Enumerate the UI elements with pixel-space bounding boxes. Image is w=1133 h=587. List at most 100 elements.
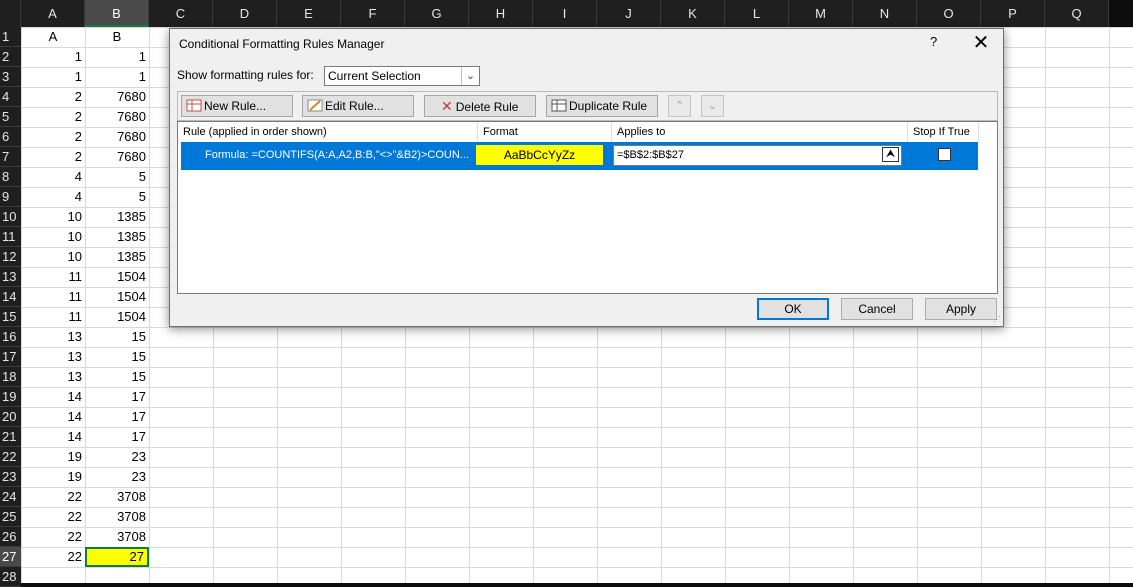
row-header[interactable]: 17: [0, 347, 21, 367]
cell-b[interactable]: 1504: [85, 287, 149, 307]
stop-if-true-checkbox[interactable]: [938, 148, 951, 161]
cell-a[interactable]: 14: [21, 387, 85, 407]
column-header-n[interactable]: N: [853, 0, 917, 27]
row-header[interactable]: 15: [0, 307, 21, 327]
cell-b[interactable]: 17: [85, 427, 149, 447]
column-header-d[interactable]: D: [213, 0, 277, 27]
cell-b[interactable]: 3708: [85, 507, 149, 527]
row-header[interactable]: 1: [0, 27, 21, 47]
cell-a[interactable]: 19: [21, 447, 85, 467]
column-header-p[interactable]: P: [981, 0, 1045, 27]
column-header-m[interactable]: M: [789, 0, 853, 27]
cell-a[interactable]: A: [21, 27, 85, 47]
cell-a[interactable]: 2: [21, 107, 85, 127]
cell-b[interactable]: 7680: [85, 107, 149, 127]
row-header[interactable]: 10: [0, 207, 21, 227]
cell-b[interactable]: 17: [85, 387, 149, 407]
cell-a[interactable]: 1: [21, 67, 85, 87]
duplicate-rule-button[interactable]: Duplicate Rule: [546, 95, 658, 117]
cell-a[interactable]: 2: [21, 147, 85, 167]
cell-b[interactable]: 1385: [85, 207, 149, 227]
cell-a[interactable]: 14: [21, 407, 85, 427]
column-header-a[interactable]: A: [21, 0, 85, 27]
cell-a[interactable]: 22: [21, 487, 85, 507]
cell-b[interactable]: B: [85, 27, 149, 47]
column-header-g[interactable]: G: [405, 0, 469, 27]
row-header[interactable]: 22: [0, 447, 21, 467]
row-header[interactable]: 4: [0, 87, 21, 107]
cell-a[interactable]: 10: [21, 207, 85, 227]
cell-b[interactable]: 3708: [85, 487, 149, 507]
cell-a[interactable]: 13: [21, 367, 85, 387]
row-header[interactable]: 9: [0, 187, 21, 207]
column-header-i[interactable]: I: [533, 0, 597, 27]
cell-b[interactable]: 1504: [85, 267, 149, 287]
cell-b[interactable]: 17: [85, 407, 149, 427]
applies-to-field[interactable]: =$B$2:$B$27 ⮝: [613, 145, 902, 166]
row-header[interactable]: 20: [0, 407, 21, 427]
select-all-corner[interactable]: [0, 0, 21, 27]
cell-a[interactable]: 13: [21, 327, 85, 347]
cell-a[interactable]: 22: [21, 547, 85, 567]
cell-a[interactable]: 4: [21, 187, 85, 207]
cell-b[interactable]: 7680: [85, 147, 149, 167]
row-header[interactable]: 24: [0, 487, 21, 507]
close-icon[interactable]: ✕: [967, 32, 995, 54]
help-button[interactable]: ?: [930, 34, 937, 49]
cell-b[interactable]: 23: [85, 447, 149, 467]
row-header[interactable]: 6: [0, 127, 21, 147]
row-header[interactable]: 13: [0, 267, 21, 287]
cell-b[interactable]: 7680: [85, 127, 149, 147]
row-header[interactable]: 28: [0, 567, 21, 587]
active-cell-b27[interactable]: 27: [85, 547, 149, 567]
cell-b[interactable]: 5: [85, 167, 149, 187]
cell-a[interactable]: 4: [21, 167, 85, 187]
cell-a[interactable]: 19: [21, 467, 85, 487]
collapse-dialog-icon[interactable]: ⮝: [882, 147, 899, 162]
cell-b[interactable]: [85, 567, 149, 587]
column-header-e[interactable]: E: [277, 0, 341, 27]
cell-a[interactable]: 2: [21, 127, 85, 147]
row-header[interactable]: 21: [0, 427, 21, 447]
delete-rule-button[interactable]: ✕ Delete Rule: [424, 95, 536, 117]
row-header[interactable]: 5: [0, 107, 21, 127]
cell-a[interactable]: 22: [21, 507, 85, 527]
row-header[interactable]: 3: [0, 67, 21, 87]
new-rule-button[interactable]: New Rule...: [181, 95, 293, 117]
cell-b[interactable]: 5: [85, 187, 149, 207]
column-header-j[interactable]: J: [597, 0, 661, 27]
column-header-h[interactable]: H: [469, 0, 533, 27]
column-header-k[interactable]: K: [661, 0, 725, 27]
column-header-q[interactable]: Q: [1045, 0, 1109, 27]
row-header[interactable]: 19: [0, 387, 21, 407]
row-header[interactable]: 23: [0, 467, 21, 487]
cell-a[interactable]: 11: [21, 307, 85, 327]
row-header[interactable]: 2: [0, 47, 21, 67]
ok-button[interactable]: OK: [757, 298, 829, 320]
row-header[interactable]: 26: [0, 527, 21, 547]
cell-b[interactable]: 1385: [85, 227, 149, 247]
row-header[interactable]: 14: [0, 287, 21, 307]
move-down-button[interactable]: ⌄: [701, 95, 724, 117]
cell-b[interactable]: 1504: [85, 307, 149, 327]
cancel-button[interactable]: Cancel: [841, 298, 913, 320]
chevron-down-icon[interactable]: ⌄: [461, 67, 479, 85]
apply-button[interactable]: Apply: [925, 298, 997, 320]
row-header[interactable]: 12: [0, 247, 21, 267]
cell-b[interactable]: 15: [85, 347, 149, 367]
row-header[interactable]: 7: [0, 147, 21, 167]
edit-rule-button[interactable]: Edit Rule...: [302, 95, 414, 117]
cell-a[interactable]: [21, 567, 85, 587]
cell-a[interactable]: 2: [21, 87, 85, 107]
cell-b[interactable]: 7680: [85, 87, 149, 107]
column-header-b[interactable]: B: [85, 0, 149, 27]
cell-b[interactable]: 3708: [85, 527, 149, 547]
cell-a[interactable]: 11: [21, 287, 85, 307]
show-rules-select[interactable]: Current Selection ⌄: [324, 66, 480, 86]
row-header[interactable]: 18: [0, 367, 21, 387]
cell-a[interactable]: 10: [21, 247, 85, 267]
row-header[interactable]: 25: [0, 507, 21, 527]
row-header[interactable]: 8: [0, 167, 21, 187]
column-header-o[interactable]: O: [917, 0, 981, 27]
row-header[interactable]: 16: [0, 327, 21, 347]
